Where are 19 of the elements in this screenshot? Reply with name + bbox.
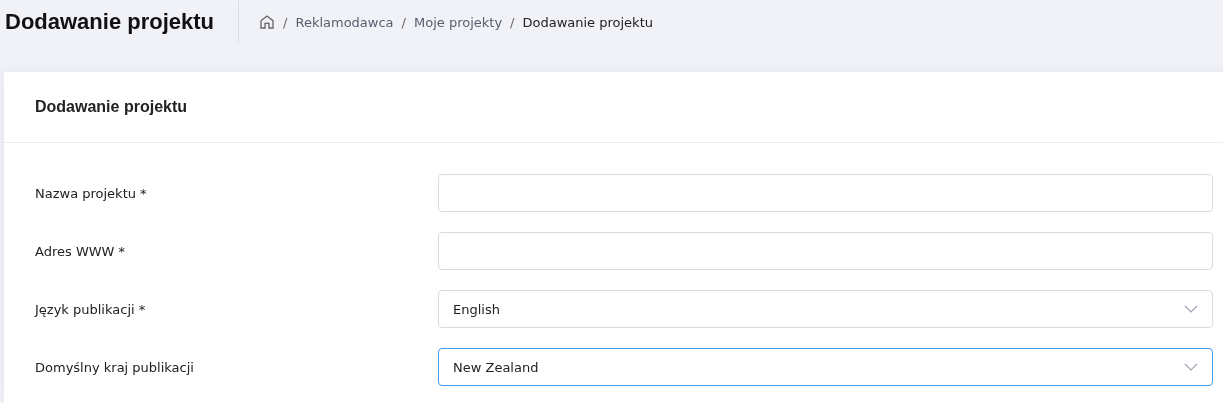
select-field[interactable]: New Zealand [438, 348, 1213, 386]
field-label: Domyślny kraj publikacji [35, 359, 195, 375]
chevron-down-icon [1184, 363, 1198, 371]
breadcrumb-link[interactable]: Moje projekty [413, 14, 503, 30]
home-icon[interactable] [259, 14, 276, 30]
breadcrumb-separator: / [283, 14, 288, 30]
select-field[interactable]: English [438, 290, 1213, 328]
breadcrumb-current: Dodawanie projektu [522, 14, 653, 30]
page-title: Dodawanie projektu [5, 1, 240, 43]
field-label: Adres WWW * [35, 243, 127, 259]
input-field[interactable] [438, 174, 1213, 212]
breadcrumb-link[interactable]: Reklamodawca [295, 14, 394, 30]
breadcrumb-separator: / [510, 14, 515, 30]
chevron-down-icon [1184, 305, 1198, 313]
card-title: Dodawanie projektu [35, 98, 188, 116]
breadcrumb-separator: / [401, 14, 406, 30]
input-field[interactable] [438, 232, 1213, 270]
field-label: Język publikacji * [35, 301, 147, 317]
field-label: Nazwa projektu * [35, 185, 148, 201]
